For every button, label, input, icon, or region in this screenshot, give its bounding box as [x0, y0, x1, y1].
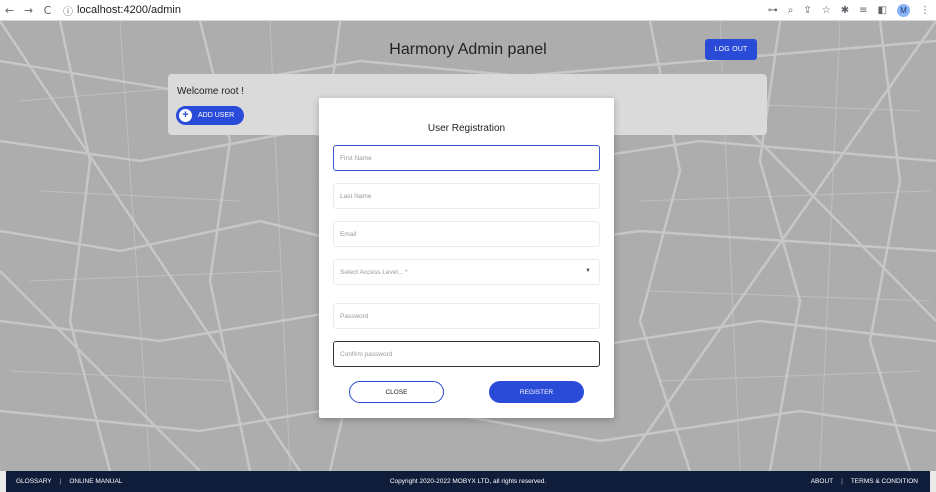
address-bar[interactable]: localhost:4200/admin [77, 4, 181, 16]
page-title: Harmony Admin panel [389, 41, 547, 58]
menu-icon[interactable]: ⋮ [920, 5, 930, 16]
access-level-select[interactable]: Select Access Level... * ▼ [333, 259, 600, 285]
about-link[interactable]: ABOUT [811, 478, 833, 485]
first-name-field[interactable]: First Name [333, 145, 600, 171]
add-user-label: ADD USER [198, 112, 235, 119]
confirm-password-placeholder: Confirm password [340, 350, 393, 358]
share-icon[interactable]: ⇪ [803, 5, 811, 16]
email-field[interactable]: Email [333, 221, 600, 247]
footer-right-links: ABOUT | TERMS & CONDITION [811, 478, 918, 485]
email-placeholder: Email [340, 230, 357, 238]
register-button[interactable]: REGISTER [489, 381, 584, 403]
close-button[interactable]: CLOSE [349, 381, 444, 403]
password-field[interactable]: Password [333, 303, 600, 329]
terms-link[interactable]: TERMS & CONDITION [851, 478, 918, 485]
zoom-icon[interactable]: ⌕ [788, 5, 794, 16]
side-panel-icon[interactable]: ◧ [878, 5, 887, 16]
reload-icon[interactable]: C [38, 4, 57, 17]
site-info-icon[interactable]: ⓘ [63, 3, 73, 18]
confirm-password-field[interactable]: Confirm password [333, 341, 600, 367]
app-page: Harmony Admin panel LOG OUT Welcome root… [0, 21, 936, 471]
key-icon[interactable]: ⊶ [768, 5, 778, 16]
plus-icon: + [179, 109, 192, 122]
browser-toolbar: ← → C ⓘ localhost:4200/admin ⊶ ⌕ ⇪ ☆ ✱ ≡… [0, 0, 936, 21]
access-level-placeholder: Select Access Level... * [340, 268, 408, 276]
footer: GLOSSARY | ONLINE MANUAL Copyright 2020-… [6, 471, 930, 492]
password-placeholder: Password [340, 312, 369, 320]
footer-separator: | [841, 478, 843, 485]
add-user-button[interactable]: + ADD USER [176, 106, 244, 125]
last-name-field[interactable]: Last Name [333, 183, 600, 209]
forward-icon[interactable]: → [19, 4, 38, 17]
welcome-text: Welcome root ! [177, 86, 245, 97]
extensions-icon[interactable]: ✱ [841, 5, 849, 16]
profile-avatar[interactable]: M [897, 4, 910, 17]
user-registration-dialog: User Registration First Name Last Name E… [319, 98, 614, 418]
back-icon[interactable]: ← [0, 4, 19, 17]
dialog-title: User Registration [427, 123, 506, 134]
browser-actions: ⊶ ⌕ ⇪ ☆ ✱ ≡ ◧ M ⋮ [768, 0, 930, 21]
last-name-placeholder: Last Name [340, 192, 372, 200]
copyright-text: Copyright 2020-2022 MOBYX LTD, all right… [389, 478, 547, 485]
chevron-down-icon: ▼ [585, 268, 591, 274]
bookmark-star-icon[interactable]: ☆ [822, 5, 831, 16]
reading-list-icon[interactable]: ≡ [859, 5, 867, 16]
logout-button[interactable]: LOG OUT [705, 39, 757, 60]
first-name-placeholder: First Name [340, 154, 372, 162]
